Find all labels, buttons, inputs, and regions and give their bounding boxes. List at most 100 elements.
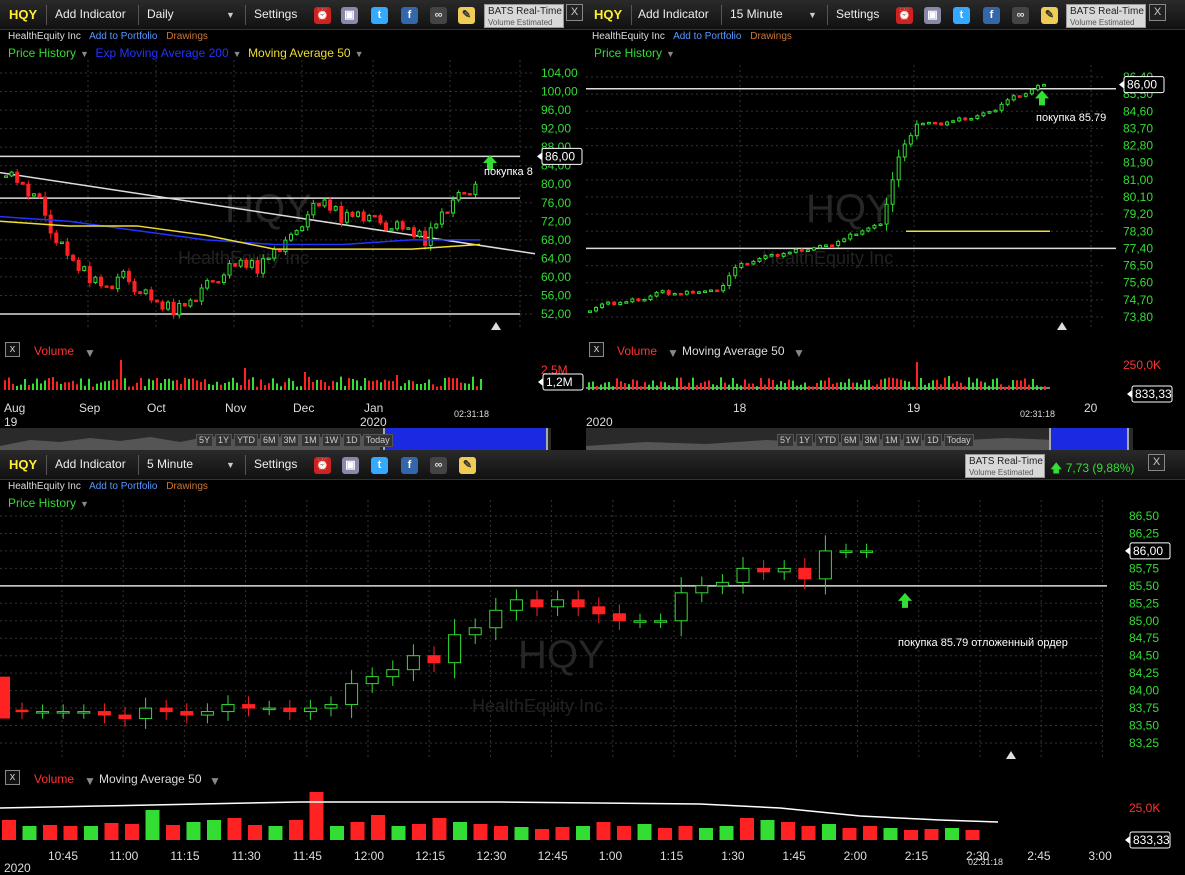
- volume-bar: [748, 383, 750, 390]
- range-6m[interactable]: 6M: [260, 434, 279, 447]
- chevron-down-icon[interactable]: ▼: [209, 774, 221, 788]
- candle: [854, 233, 859, 237]
- range-1w[interactable]: 1W: [902, 434, 923, 447]
- volume-bar: [1016, 380, 1018, 390]
- volume-bar: [412, 381, 414, 390]
- range-1y[interactable]: 1Y: [796, 434, 814, 447]
- candle: [221, 274, 226, 283]
- volume-header: x Volume ▼: [0, 340, 586, 360]
- y-tick-label: 82,80: [1123, 139, 1153, 153]
- range-navigator[interactable]: 5Y 1Y YTD 6M 3M 1M 1W 1D Today: [0, 428, 551, 450]
- range-1y[interactable]: 1Y: [215, 434, 233, 447]
- candle: [160, 301, 165, 310]
- candle: [242, 704, 256, 709]
- chevron-down-icon[interactable]: ▼: [667, 346, 679, 360]
- y-tick-label: 83,70: [1123, 121, 1153, 135]
- candle: [624, 301, 629, 304]
- volume-bar: [224, 383, 226, 390]
- volume-label[interactable]: Volume: [34, 344, 74, 358]
- volume-bar: [620, 381, 622, 390]
- range-1d[interactable]: 1D: [924, 434, 942, 447]
- candle: [210, 280, 215, 283]
- volume-bar: [637, 824, 652, 840]
- volume-bar: [928, 383, 930, 390]
- range-navigator[interactable]: 5Y 1Y YTD 6M 3M 1M 1W 1D Today: [586, 428, 1133, 450]
- volume-bar: [300, 386, 302, 390]
- range-selection[interactable]: [1049, 428, 1129, 450]
- volume-bar: [289, 820, 303, 840]
- volume-bar: [472, 376, 474, 390]
- close-icon[interactable]: x: [589, 342, 604, 357]
- volume-bar: [992, 379, 994, 390]
- candle: [434, 223, 439, 229]
- x-tick-label: 1:15: [660, 849, 684, 863]
- candle: [606, 301, 611, 305]
- volume-ma-label[interactable]: Moving Average 50: [682, 344, 785, 358]
- candle: [104, 285, 109, 288]
- range-today[interactable]: Today: [362, 434, 393, 447]
- x-tick-label: 18: [733, 401, 747, 415]
- candle: [727, 275, 732, 287]
- range-ytd[interactable]: YTD: [234, 434, 259, 447]
- chevron-down-icon[interactable]: ▼: [793, 346, 805, 360]
- candle: [255, 260, 260, 274]
- range-5y[interactable]: 5Y: [777, 434, 795, 447]
- y-tick-label: 85,50: [1129, 579, 1159, 593]
- candle: [56, 711, 70, 714]
- y-tick-label: 52,00: [541, 307, 571, 321]
- range-1m[interactable]: 1M: [882, 434, 901, 447]
- volume-bar: [732, 378, 734, 390]
- volume-label[interactable]: Volume: [617, 344, 657, 358]
- price-chart[interactable]: HQYHealthEquity Inc86,4085,5084,6083,708…: [586, 0, 1185, 450]
- volume-bar: [84, 826, 98, 840]
- range-ytd[interactable]: YTD: [815, 434, 840, 447]
- volume-bar: [678, 826, 693, 840]
- y-tick-label: 68,00: [541, 233, 571, 247]
- candle: [648, 295, 653, 300]
- volume-bar: [840, 382, 842, 390]
- volume-bar: [658, 828, 672, 840]
- range-5y[interactable]: 5Y: [196, 434, 214, 447]
- volume-bar: [72, 380, 74, 390]
- candle: [721, 285, 726, 292]
- range-3m[interactable]: 3M: [861, 434, 881, 447]
- candle: [200, 711, 214, 716]
- candle: [890, 179, 895, 205]
- candle: [159, 707, 173, 713]
- volume-ma-label[interactable]: Moving Average 50: [99, 772, 202, 786]
- range-1d[interactable]: 1D: [343, 434, 361, 447]
- candle: [594, 306, 599, 312]
- candle: [423, 230, 428, 246]
- volume-bar: [896, 378, 898, 390]
- range-1m[interactable]: 1M: [301, 434, 320, 447]
- volume-bar: [648, 384, 650, 390]
- range-6m[interactable]: 6M: [841, 434, 860, 447]
- volume-bar: [8, 377, 10, 390]
- candle: [884, 203, 889, 225]
- candle: [848, 233, 853, 240]
- range-selection[interactable]: [383, 428, 548, 450]
- candle: [551, 599, 565, 608]
- chevron-down-icon[interactable]: ▼: [84, 346, 96, 360]
- volume-bar: [965, 830, 980, 840]
- candle: [926, 121, 931, 125]
- volume-bar: [140, 377, 142, 390]
- range-3m[interactable]: 3M: [280, 434, 300, 447]
- close-icon[interactable]: x: [5, 342, 20, 357]
- candle: [138, 291, 143, 295]
- volume-bar: [781, 822, 795, 840]
- volume-bar: [188, 378, 190, 390]
- volume-bar: [304, 372, 306, 390]
- volume-bar: [1000, 384, 1002, 390]
- close-icon[interactable]: x: [5, 770, 20, 785]
- volume-label[interactable]: Volume: [34, 772, 74, 786]
- x-tick-label: 12:45: [538, 849, 568, 863]
- candle: [171, 301, 176, 316]
- price-chart[interactable]: HQYHealthEquity Inc104,00100,0096,0092,0…: [0, 0, 586, 450]
- volume-bar: [760, 377, 762, 390]
- x-tick-label: 11:15: [170, 849, 199, 863]
- price-chart[interactable]: HQY HealthEquity Inc 86,50 86,25 86,00 85,75 8…: [0, 450, 1185, 875]
- chevron-down-icon[interactable]: ▼: [84, 774, 96, 788]
- range-1w[interactable]: 1W: [321, 434, 342, 447]
- range-today[interactable]: Today: [943, 434, 974, 447]
